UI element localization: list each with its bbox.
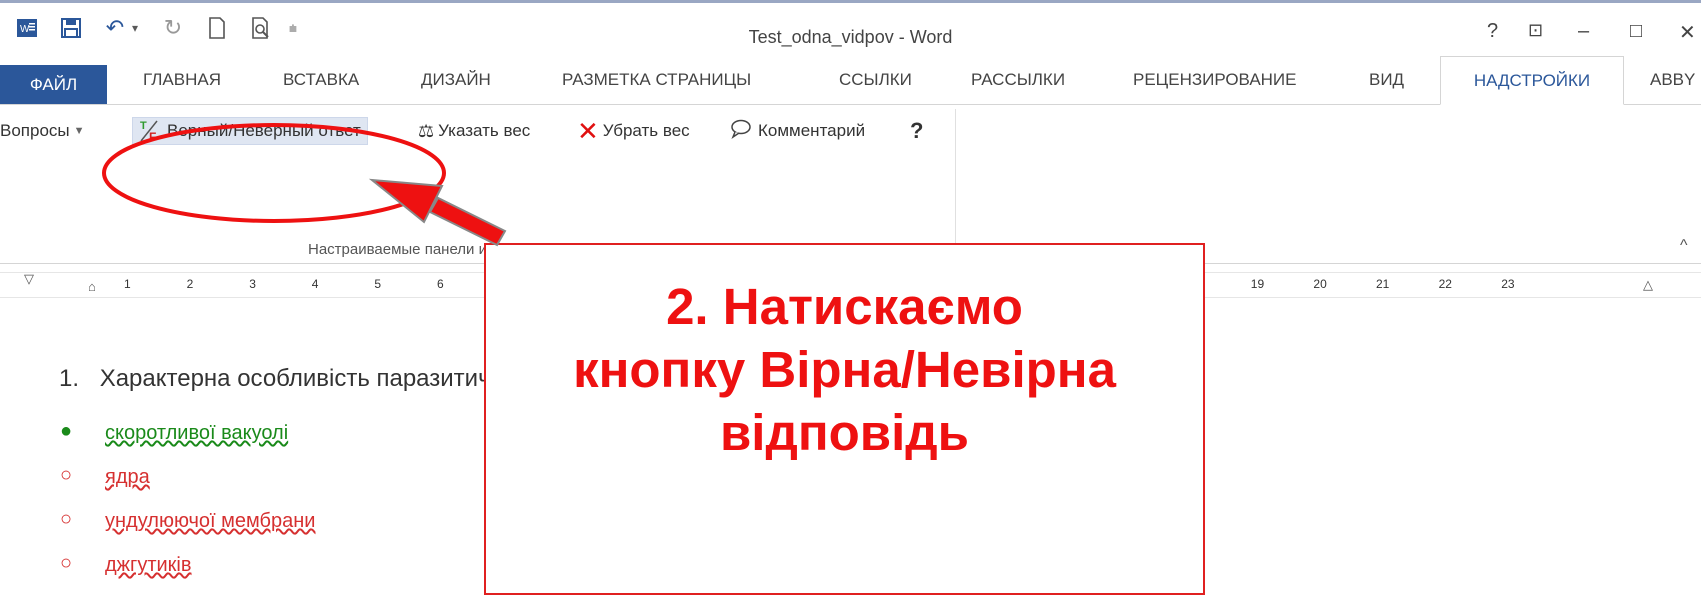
pointer-arrow (368, 178, 507, 247)
annotation-overlay (102, 123, 507, 247)
highlight-ellipse (102, 123, 446, 223)
